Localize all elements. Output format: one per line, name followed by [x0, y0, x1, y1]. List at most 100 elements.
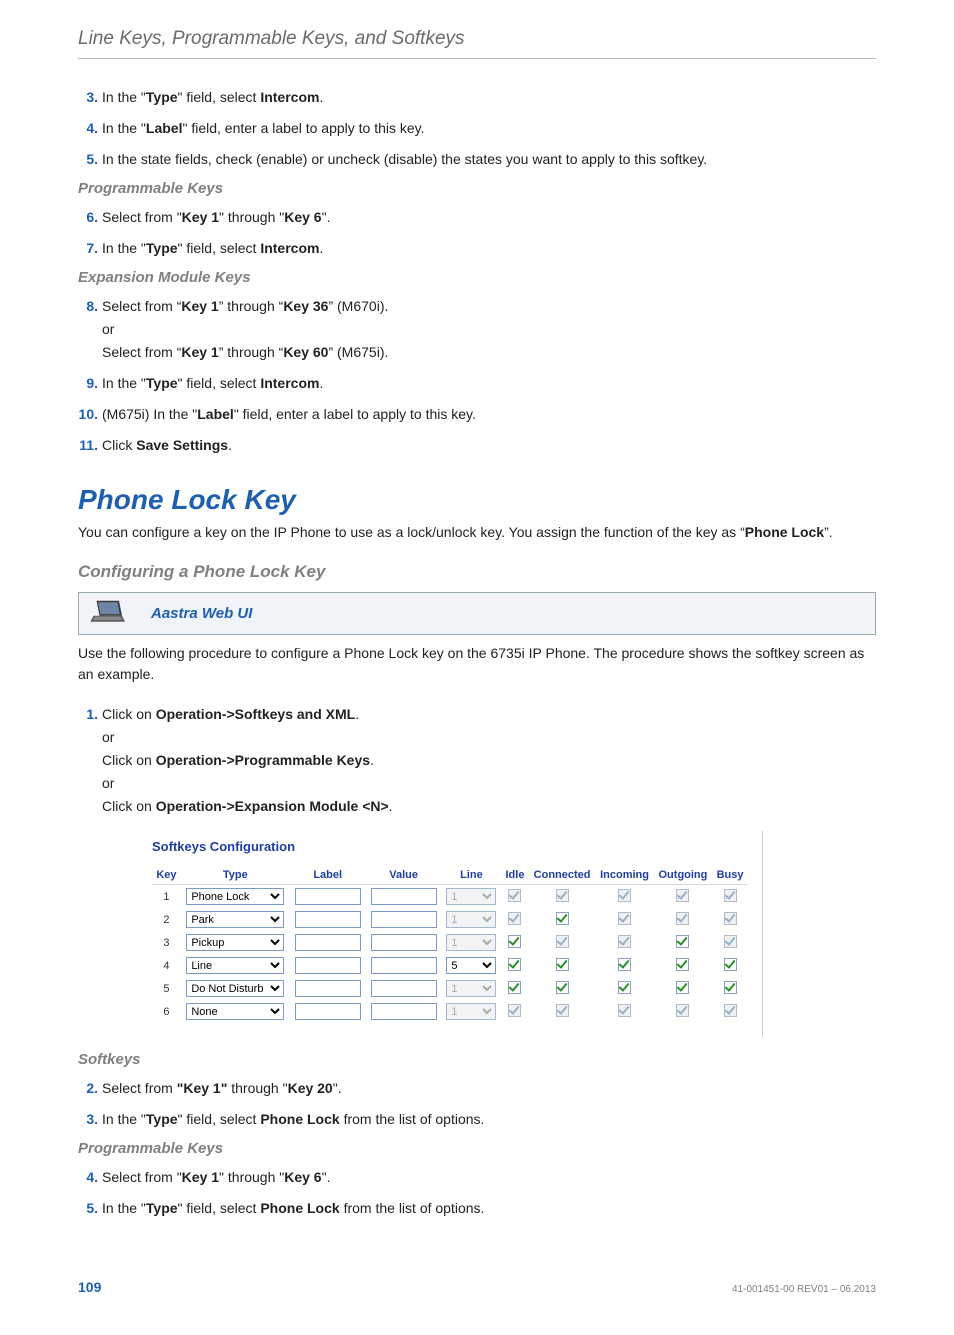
step-item: 1.Click on Operation->Softkeys and XML.o… — [78, 704, 876, 817]
state-checkbox — [724, 935, 737, 948]
type-select[interactable]: Do Not Disturb — [186, 980, 284, 997]
state-checkbox[interactable] — [618, 958, 631, 971]
softkeys-table: KeyTypeLabelValueLineIdleConnectedIncomi… — [152, 866, 748, 1023]
state-checkbox[interactable] — [508, 935, 521, 948]
value-input[interactable] — [371, 980, 437, 997]
step-number: 1. — [78, 704, 98, 725]
state-checkbox — [724, 1004, 737, 1017]
step-item: 10.(M675i) In the "Label" field, enter a… — [78, 404, 876, 425]
state-checkbox[interactable] — [676, 981, 689, 994]
configuring-phone-lock-heading: Configuring a Phone Lock Key — [78, 562, 876, 582]
value-input[interactable] — [371, 888, 437, 905]
state-checkbox — [556, 1004, 569, 1017]
steps-list-programmable-2: 4.Select from "Key 1" through "Key 6". 5.… — [78, 1167, 876, 1219]
table-row: 6 None 1 — [152, 1000, 748, 1023]
state-checkbox — [724, 912, 737, 925]
type-select[interactable]: None — [186, 1003, 284, 1020]
label-input[interactable] — [295, 957, 361, 974]
step-item: 5.In the state fields, check (enable) or… — [78, 149, 876, 170]
column-header: Incoming — [595, 866, 653, 885]
state-checkbox[interactable] — [556, 981, 569, 994]
column-header: Busy — [712, 866, 748, 885]
column-header: Label — [290, 866, 366, 885]
state-checkbox — [618, 889, 631, 902]
state-checkbox — [618, 1004, 631, 1017]
aastra-web-ui-label: Aastra Web UI — [151, 605, 252, 622]
column-header: Type — [181, 866, 290, 885]
column-header: Value — [366, 866, 442, 885]
expansion-module-keys-heading: Expansion Module Keys — [78, 269, 876, 286]
config-intro: Use the following procedure to configure… — [78, 643, 876, 686]
type-select[interactable]: Phone Lock — [186, 888, 284, 905]
step-text: In the "Type" field, select Intercom. — [102, 238, 876, 259]
line-select: 1 — [446, 1003, 496, 1020]
step-number: 6. — [78, 207, 98, 228]
step-text: In the "Label" field, enter a label to a… — [102, 118, 876, 139]
document-page: Line Keys, Programmable Keys, and Softke… — [0, 0, 954, 1335]
label-input[interactable] — [295, 980, 361, 997]
state-checkbox[interactable] — [724, 981, 737, 994]
step-text: Click on Operation->Softkeys and XML.orC… — [102, 704, 876, 817]
table-row: 3Pickup1 — [152, 931, 748, 954]
steps-list-programmable: 6.Select from "Key 1" through "Key 6".7.… — [78, 207, 876, 259]
step-number: 4. — [78, 118, 98, 139]
softkeys-configuration-panel: Softkeys Configuration KeyTypeLabelValue… — [138, 831, 763, 1037]
steps-list-expansion: 8.Select from “Key 1” through “Key 36” (… — [78, 296, 876, 456]
programmable-keys-heading-2: Programmable Keys — [78, 1140, 876, 1157]
type-select[interactable]: Pickup — [186, 934, 284, 951]
step-number: 9. — [78, 373, 98, 394]
label-input[interactable] — [295, 1003, 361, 1020]
line-select: 1 — [446, 888, 496, 905]
step-item: 9.In the "Type" field, select Intercom. — [78, 373, 876, 394]
laptop-icon — [89, 599, 125, 628]
softkeys-config-title: Softkeys Configuration — [152, 839, 748, 854]
state-checkbox[interactable] — [508, 981, 521, 994]
type-select[interactable]: Park — [186, 911, 284, 928]
step-number: 4. — [78, 1167, 98, 1188]
state-checkbox[interactable] — [724, 958, 737, 971]
state-checkbox[interactable] — [556, 912, 569, 925]
step-text: In the "Type" field, select Intercom. — [102, 87, 876, 108]
key-cell: 4 — [152, 954, 181, 977]
section-title: Phone Lock Key — [78, 484, 876, 516]
step-text: In the state fields, check (enable) or u… — [102, 149, 876, 170]
key-cell: 3 — [152, 931, 181, 954]
step-item: 8.Select from “Key 1” through “Key 36” (… — [78, 296, 876, 363]
step-number: 10. — [78, 404, 98, 425]
value-input[interactable] — [371, 911, 437, 928]
state-checkbox[interactable] — [508, 958, 521, 971]
step-number: 3. — [78, 1109, 98, 1130]
state-checkbox[interactable] — [556, 958, 569, 971]
key-cell: 6 — [152, 1000, 181, 1023]
step-item: 5.In the "Type" field, select Phone Lock… — [78, 1198, 876, 1219]
step-item: 4.In the "Label" field, enter a label to… — [78, 118, 876, 139]
label-input[interactable] — [295, 911, 361, 928]
value-input[interactable] — [371, 934, 437, 951]
step-item: 6.Select from "Key 1" through "Key 6". — [78, 207, 876, 228]
table-row: 1 Phone Lock 1 — [152, 885, 748, 909]
step-number: 2. — [78, 1078, 98, 1099]
running-header: Line Keys, Programmable Keys, and Softke… — [78, 28, 876, 59]
type-select[interactable]: Line — [186, 957, 284, 974]
step-text: In the "Type" field, select Phone Lock f… — [102, 1109, 876, 1130]
step-text: In the "Type" field, select Phone Lock f… — [102, 1198, 876, 1219]
key-cell: 1 — [152, 885, 181, 909]
state-checkbox — [556, 935, 569, 948]
step-item: 2.Select from "Key 1" through "Key 20". — [78, 1078, 876, 1099]
state-checkbox — [618, 912, 631, 925]
label-input[interactable] — [295, 934, 361, 951]
step-item: 3.In the "Type" field, select Intercom. — [78, 87, 876, 108]
table-row: 4 Line 5 — [152, 954, 748, 977]
state-checkbox[interactable] — [676, 958, 689, 971]
value-input[interactable] — [371, 957, 437, 974]
steps-list-top: 3.In the "Type" field, select Intercom. 4… — [78, 87, 876, 170]
state-checkbox[interactable] — [676, 935, 689, 948]
step-item: 11.Click Save Settings. — [78, 435, 876, 456]
label-input[interactable] — [295, 888, 361, 905]
state-checkbox — [676, 889, 689, 902]
line-select[interactable]: 5 — [446, 957, 496, 974]
step-text: Select from "Key 1" through "Key 6". — [102, 1167, 876, 1188]
state-checkbox[interactable] — [618, 981, 631, 994]
value-input[interactable] — [371, 1003, 437, 1020]
document-id: 41-001451-00 REV01 – 06.2013 — [732, 1284, 876, 1295]
